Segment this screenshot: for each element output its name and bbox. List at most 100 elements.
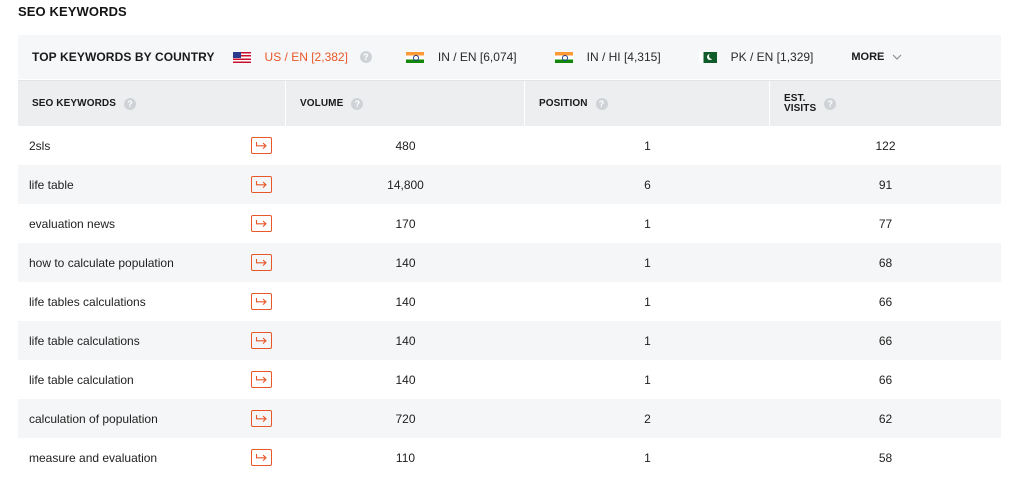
keyword-cell: measure and evaluation [18, 438, 286, 477]
keyword-cell: life table calculation [18, 360, 286, 399]
volume-cell: 140 [395, 294, 416, 309]
visits-cell: 91 [878, 177, 893, 192]
volume-cell: 110 [395, 450, 416, 465]
help-icon[interactable]: ? [351, 97, 364, 110]
keyword-text: evaluation news [29, 216, 116, 231]
arrow-link-icon [255, 142, 267, 150]
table-row: life tables calculations 140 1 66 [18, 282, 1001, 321]
keyword-cell: calculation of population [18, 399, 286, 438]
country-tab-in-en[interactable]: IN / EN [6,074] [405, 50, 521, 64]
help-icon[interactable]: ? [824, 97, 837, 110]
keyword-cell: evaluation news [18, 204, 286, 243]
open-keyword-button[interactable] [251, 371, 272, 388]
keyword-cell: life tables calculations [18, 282, 286, 321]
volume-cell: 14,800 [387, 177, 424, 192]
visits-cell: 58 [878, 450, 893, 465]
keywords-table: SEO KEYWORDS ? VOLUME ? POSITION ? EST. … [18, 80, 1001, 477]
country-bar-label: TOP KEYWORDS BY COUNTRY [32, 50, 215, 64]
table-header: SEO KEYWORDS ? VOLUME ? POSITION ? EST. … [18, 80, 1001, 126]
position-cell: 1 [644, 450, 651, 465]
arrow-link-icon [255, 337, 267, 345]
arrow-link-icon [255, 220, 267, 228]
arrow-link-icon [255, 259, 267, 267]
header-volume[interactable]: VOLUME ? [286, 81, 525, 126]
us-flag-icon [232, 51, 251, 63]
country-tab-label: IN / HI [4,315] [586, 50, 661, 64]
visits-cell: 66 [878, 294, 893, 309]
arrow-link-icon [255, 181, 267, 189]
more-countries-button[interactable]: MORE [851, 51, 902, 63]
header-label: VOLUME [300, 98, 344, 109]
chevron-down-icon [892, 52, 902, 63]
section-title: SEO KEYWORDS [18, 4, 127, 19]
header-label-line2: VISITS [784, 102, 817, 114]
volume-cell: 140 [395, 255, 416, 270]
open-keyword-button[interactable] [251, 176, 272, 193]
arrow-link-icon [255, 376, 267, 384]
arrow-link-icon [255, 298, 267, 306]
visits-cell: 66 [878, 333, 893, 348]
visits-cell: 77 [878, 216, 893, 231]
help-icon[interactable]: ? [359, 51, 372, 63]
position-cell: 6 [644, 177, 651, 192]
country-tab-label: US / EN [2,382] [264, 50, 348, 64]
arrow-link-icon [255, 454, 267, 462]
position-cell: 1 [644, 255, 651, 270]
help-icon[interactable]: ? [124, 97, 136, 110]
volume-cell: 170 [395, 216, 416, 231]
keyword-cell: how to calculate population [18, 243, 286, 282]
country-tab-us-en[interactable]: US / EN [2,382] ? [232, 50, 372, 64]
open-keyword-button[interactable] [251, 410, 272, 427]
open-keyword-button[interactable] [251, 293, 272, 310]
visits-cell: 62 [878, 411, 893, 426]
arrow-link-icon [255, 415, 267, 423]
table-row: calculation of population 720 2 62 [18, 399, 1001, 438]
open-keyword-button[interactable] [251, 137, 272, 154]
visits-cell: 122 [875, 138, 896, 153]
keyword-text: life table [29, 177, 74, 192]
header-label: POSITION [539, 98, 588, 109]
volume-cell: 720 [395, 411, 416, 426]
country-tab-label: IN / EN [6,074] [437, 50, 517, 64]
keyword-text: how to calculate population [29, 255, 174, 270]
volume-cell: 140 [395, 333, 416, 348]
country-tab-label: PK / EN [1,329] [730, 50, 814, 64]
table-body: 2sls 480 1 122 life table 14,800 6 91 ev… [18, 126, 1001, 477]
header-est-visits[interactable]: EST. VISITS ? [770, 81, 1001, 126]
open-keyword-button[interactable] [251, 449, 272, 466]
open-keyword-button[interactable] [251, 254, 272, 271]
pk-flag-icon [698, 51, 717, 63]
keyword-text: life tables calculations [29, 294, 146, 309]
volume-cell: 140 [395, 372, 416, 387]
table-row: life table 14,800 6 91 [18, 165, 1001, 204]
visits-cell: 66 [878, 372, 893, 387]
keyword-cell: life table calculations [18, 321, 286, 360]
in-flag-icon [405, 51, 424, 63]
table-row: measure and evaluation 110 1 58 [18, 438, 1001, 477]
keyword-cell: life table [18, 165, 286, 204]
country-tab-in-hi[interactable]: IN / HI [4,315] [554, 50, 665, 64]
table-row: 2sls 480 1 122 [18, 126, 1001, 165]
table-row: life table calculations 140 1 66 [18, 321, 1001, 360]
country-bar: TOP KEYWORDS BY COUNTRY US / EN [2,382] … [18, 35, 1001, 79]
header-label: EST. VISITS [784, 93, 817, 114]
position-cell: 1 [644, 333, 651, 348]
keyword-text: life table calculations [29, 333, 140, 348]
table-row: evaluation news 170 1 77 [18, 204, 1001, 243]
open-keyword-button[interactable] [251, 332, 272, 349]
keyword-cell: 2sls [18, 126, 286, 165]
header-position[interactable]: POSITION ? [525, 81, 770, 126]
keyword-text: life table calculation [29, 372, 134, 387]
keyword-text: calculation of population [29, 411, 158, 426]
help-icon[interactable]: ? [595, 97, 608, 110]
table-row: how to calculate population 140 1 68 [18, 243, 1001, 282]
table-row: life table calculation 140 1 66 [18, 360, 1001, 399]
header-label: SEO KEYWORDS [32, 98, 116, 109]
country-tab-pk-en[interactable]: PK / EN [1,329] [698, 50, 818, 64]
position-cell: 1 [644, 294, 651, 309]
volume-cell: 480 [395, 138, 416, 153]
more-label: MORE [851, 51, 885, 63]
header-seo-keywords[interactable]: SEO KEYWORDS ? [18, 81, 286, 126]
open-keyword-button[interactable] [251, 215, 272, 232]
keyword-text: measure and evaluation [29, 450, 158, 465]
